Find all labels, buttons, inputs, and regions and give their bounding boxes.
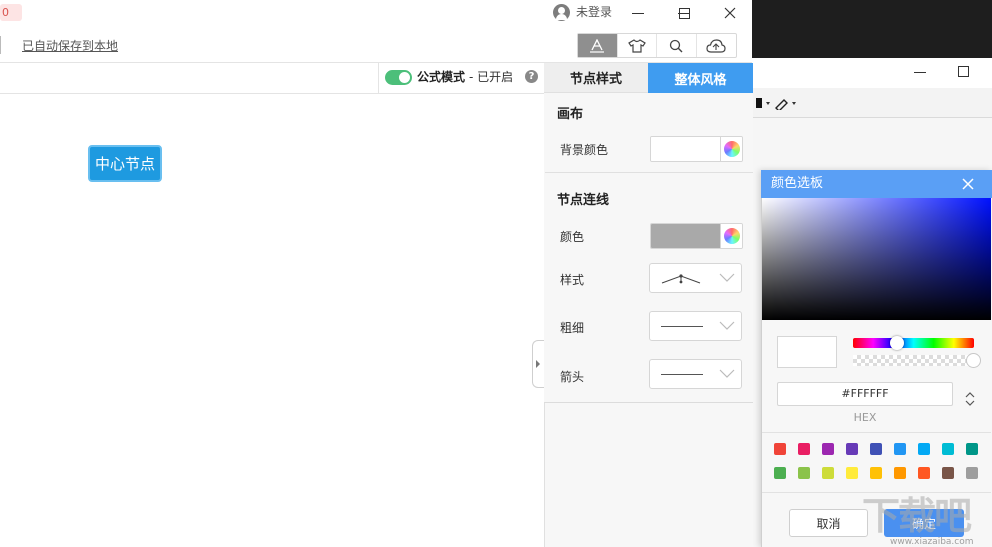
arrow-label: 箭头: [560, 370, 585, 384]
cancel-button[interactable]: 取消: [789, 509, 868, 537]
text-style-button[interactable]: [578, 34, 618, 57]
chevron-down-icon: [719, 273, 735, 282]
background-window-toolbar: [752, 88, 992, 118]
minimize-button-main[interactable]: [615, 0, 661, 26]
chevron-down-icon: [719, 369, 735, 378]
minimize-icon[interactable]: [914, 72, 926, 73]
hex-input[interactable]: #FFFFFF: [777, 382, 953, 406]
tab-overall-style[interactable]: 整体风格: [648, 63, 753, 93]
preset-color-swatch[interactable]: [942, 467, 954, 479]
line-color-swatch[interactable]: [651, 224, 721, 248]
search-icon: [670, 39, 683, 52]
chevron-down-icon: [719, 321, 735, 330]
picker-divider: [762, 492, 991, 493]
subbar-divider: [378, 63, 379, 94]
text-style-icon: [590, 38, 605, 53]
line-style-select[interactable]: [649, 263, 742, 293]
preset-color-swatch[interactable]: [918, 443, 930, 455]
color-wheel-icon: [723, 228, 740, 244]
preset-color-swatch[interactable]: [870, 467, 882, 479]
picker-divider: [762, 432, 991, 433]
saturation-value-area[interactable]: [762, 198, 991, 320]
preset-color-swatch[interactable]: [798, 467, 810, 479]
alpha-slider[interactable]: [853, 355, 974, 366]
color-picker-close-button[interactable]: [958, 174, 978, 194]
panel-content: 画布 背景颜色 节点连线 颜色 样式 粗细 箭头: [544, 93, 753, 403]
preset-color-swatch[interactable]: [846, 467, 858, 479]
cloud-sync-button[interactable]: [697, 34, 736, 57]
formula-mode-toggle[interactable]: [385, 70, 412, 85]
background-window-titlebar: [752, 58, 992, 88]
maximize-icon[interactable]: [958, 66, 969, 77]
preset-color-palette: [774, 443, 984, 479]
line-section-title: 节点连线: [557, 193, 610, 208]
tab-node-style[interactable]: 节点样式: [544, 63, 648, 93]
preset-color-swatch[interactable]: [942, 443, 954, 455]
preset-color-swatch[interactable]: [894, 467, 906, 479]
preset-color-swatch[interactable]: [966, 467, 978, 479]
canvas-section-title: 画布: [557, 107, 584, 122]
toolbar-tool-group: [577, 33, 737, 58]
toolbar-divider: [0, 36, 1, 54]
hue-slider-handle[interactable]: [890, 336, 904, 350]
line-width-preview: [661, 326, 703, 327]
preset-color-swatch[interactable]: [822, 443, 834, 455]
arrow-select[interactable]: [649, 359, 742, 389]
theme-shirt-icon: [627, 38, 646, 53]
theme-button[interactable]: [618, 34, 657, 57]
preset-color-swatch[interactable]: [966, 443, 978, 455]
line-color-picker[interactable]: [650, 223, 743, 249]
color-picker-title: 颜色选板: [771, 176, 824, 191]
user-avatar-icon[interactable]: [553, 4, 570, 21]
site-watermark: 下载吧: [862, 494, 972, 538]
panel-collapse-handle[interactable]: [532, 340, 544, 388]
arrow-preview: [661, 374, 703, 375]
preset-color-swatch[interactable]: [774, 467, 786, 479]
preset-color-swatch[interactable]: [894, 443, 906, 455]
formula-mode-label: 公式模式: [417, 70, 466, 84]
help-icon[interactable]: ?: [525, 70, 538, 83]
maximize-window-icon: [678, 7, 690, 19]
cloud-icon: [706, 38, 726, 53]
color-wheel-icon: [723, 141, 740, 157]
minimize-window-icon: [632, 12, 644, 14]
line-color-label: 颜色: [560, 230, 585, 244]
autosave-status-link[interactable]: 已自动保存到本地: [22, 38, 118, 54]
line-width-label: 粗细: [560, 321, 585, 335]
panel-tabs: 节点样式 整体风格: [544, 63, 753, 93]
line-width-select[interactable]: [649, 311, 742, 341]
panel-section-divider: [545, 172, 753, 173]
line-style-label: 样式: [560, 273, 585, 287]
line-style-preview-icon: [661, 274, 701, 284]
bg-color-label: 背景颜色: [560, 143, 609, 157]
preset-color-swatch[interactable]: [846, 443, 858, 455]
login-status-label[interactable]: 未登录: [576, 4, 612, 21]
preset-color-swatch[interactable]: [870, 443, 882, 455]
close-button[interactable]: [707, 0, 753, 26]
close-window-icon: [724, 7, 736, 19]
close-icon: [962, 178, 974, 190]
center-node[interactable]: 中心节点: [88, 145, 162, 182]
color-mode-switch-icon[interactable]: [964, 391, 976, 407]
selected-color-preview: [777, 336, 837, 368]
bg-color-swatch[interactable]: [651, 137, 721, 161]
search-button[interactable]: [657, 34, 697, 57]
hex-label: HEX: [853, 411, 877, 424]
site-watermark-url: www.xiazaiba.com: [890, 537, 974, 547]
preset-color-swatch[interactable]: [918, 467, 930, 479]
maximize-button[interactable]: [661, 0, 707, 26]
notification-badge: 0: [0, 4, 22, 21]
hue-slider[interactable]: [853, 338, 974, 348]
alpha-slider-handle[interactable]: [966, 353, 981, 368]
line-color-wheel-button[interactable]: [720, 224, 742, 248]
preset-color-swatch[interactable]: [798, 443, 810, 455]
background-window-dark-area: [752, 0, 992, 58]
preset-color-swatch[interactable]: [774, 443, 786, 455]
preset-color-swatch[interactable]: [822, 467, 834, 479]
bg-color-wheel-button[interactable]: [720, 137, 742, 161]
bg-color-picker[interactable]: [650, 136, 743, 162]
formula-mode-status: - 已开启: [469, 70, 514, 84]
pen-tool-icon[interactable]: [756, 96, 816, 110]
